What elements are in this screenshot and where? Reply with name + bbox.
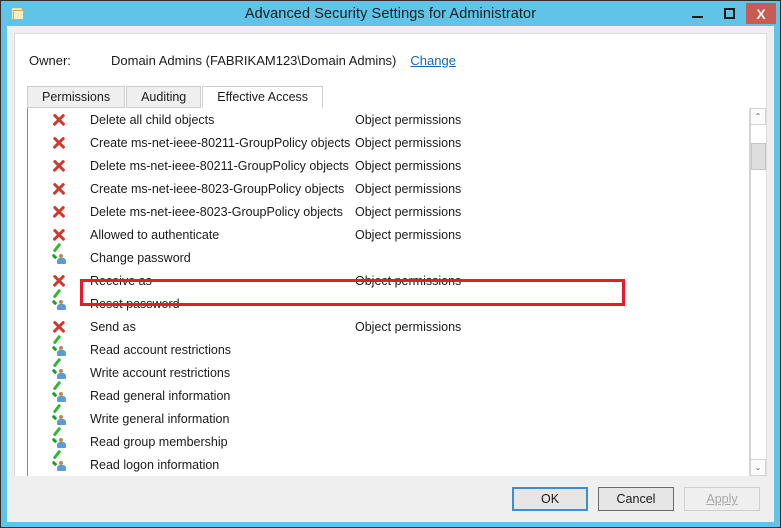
owner-label: Owner: <box>29 53 111 68</box>
green-check-person-icon <box>51 250 68 265</box>
red-x-icon <box>53 182 66 195</box>
green-check-person-icon <box>51 434 68 449</box>
vertical-scrollbar[interactable]: ⌃ ⌄ <box>749 108 766 476</box>
window-title: Advanced Security Settings for Administr… <box>1 6 780 22</box>
permission-name: Send as <box>90 320 355 334</box>
close-icon: X <box>756 7 765 21</box>
scrollbar-track[interactable] <box>750 125 766 459</box>
permission-name: Read logon information <box>90 458 355 472</box>
permission-name: Reset password <box>90 297 355 311</box>
table-row[interactable]: Delete ms-net-ieee-80211-GroupPolicy obj… <box>28 154 749 177</box>
cancel-button[interactable]: Cancel <box>598 487 674 511</box>
red-x-icon <box>53 159 66 172</box>
table-row[interactable]: Write general information <box>28 407 749 430</box>
permission-name: Receive as <box>90 274 355 288</box>
table-row[interactable]: Delete ms-net-ieee-8023-GroupPolicy obje… <box>28 200 749 223</box>
table-row[interactable]: Read logon information <box>28 453 749 476</box>
scroll-down-button[interactable]: ⌄ <box>750 459 766 476</box>
green-check-person-icon <box>51 342 68 357</box>
permission-name: Read group membership <box>90 435 355 449</box>
permission-name: Allowed to authenticate <box>90 228 355 242</box>
table-row[interactable]: Read general information <box>28 384 749 407</box>
green-check-person-icon <box>51 411 68 426</box>
access-limited-by: Object permissions <box>355 159 749 173</box>
owner-row: Owner: Domain Admins (FABRIKAM123\Domain… <box>15 34 766 86</box>
allow-icon <box>28 246 90 269</box>
red-x-icon <box>53 274 66 287</box>
tab-auditing[interactable]: Auditing <box>126 86 201 108</box>
deny-icon <box>28 131 90 154</box>
owner-value: Domain Admins (FABRIKAM123\Domain Admins… <box>111 53 396 68</box>
tab-effective-access[interactable]: Effective Access <box>202 86 323 108</box>
minimize-icon <box>692 16 703 18</box>
green-check-person-icon <box>51 365 68 380</box>
table-row[interactable]: Read account restrictions <box>28 338 749 361</box>
red-x-icon <box>53 205 66 218</box>
maximize-button[interactable] <box>714 3 744 24</box>
table-row[interactable]: Create ms-net-ieee-8023-GroupPolicy obje… <box>28 177 749 200</box>
table-row[interactable]: Reset password <box>28 292 749 315</box>
dialog-body: Owner: Domain Admins (FABRIKAM123\Domain… <box>7 26 774 522</box>
effective-access-list-area: Delete all child objectsObject permissio… <box>15 108 766 476</box>
permission-name: Create ms-net-ieee-80211-GroupPolicy obj… <box>90 136 355 150</box>
caption-buttons: X <box>682 3 776 24</box>
apply-label: Apply <box>706 492 737 506</box>
scroll-up-button[interactable]: ⌃ <box>750 108 766 125</box>
deny-icon <box>28 200 90 223</box>
tab-permissions[interactable]: Permissions <box>27 86 125 108</box>
scrollbar-thumb[interactable] <box>751 143 766 170</box>
green-check-person-icon <box>51 388 68 403</box>
red-x-icon <box>53 228 66 241</box>
green-check-person-icon <box>51 457 68 472</box>
table-row[interactable]: Write account restrictions <box>28 361 749 384</box>
deny-icon <box>28 154 90 177</box>
content-panel: Owner: Domain Admins (FABRIKAM123\Domain… <box>14 33 767 476</box>
owner-change-link[interactable]: Change <box>410 53 456 68</box>
maximize-icon <box>724 8 735 19</box>
red-x-icon <box>53 320 66 333</box>
minimize-button[interactable] <box>682 3 712 24</box>
ok-button[interactable]: OK <box>512 487 588 511</box>
allow-icon <box>28 453 90 476</box>
apply-button: Apply <box>684 487 760 511</box>
permission-name: Delete all child objects <box>90 113 355 127</box>
deny-icon <box>28 177 90 200</box>
table-row[interactable]: Read group membership <box>28 430 749 453</box>
chevron-down-icon: ⌄ <box>755 464 762 472</box>
access-limited-by: Object permissions <box>355 320 749 334</box>
permission-name: Delete ms-net-ieee-8023-GroupPolicy obje… <box>90 205 355 219</box>
deny-icon <box>28 108 90 131</box>
permission-name: Read account restrictions <box>90 343 355 357</box>
advanced-security-settings-window: Advanced Security Settings for Administr… <box>0 0 781 528</box>
allow-icon <box>28 292 90 315</box>
access-limited-by: Object permissions <box>355 228 749 242</box>
green-check-person-icon <box>51 296 68 311</box>
permission-name: Delete ms-net-ieee-80211-GroupPolicy obj… <box>90 159 355 173</box>
title-bar[interactable]: Advanced Security Settings for Administr… <box>1 1 780 26</box>
table-row[interactable]: Create ms-net-ieee-80211-GroupPolicy obj… <box>28 131 749 154</box>
access-limited-by: Object permissions <box>355 136 749 150</box>
folder-icon <box>11 5 25 21</box>
chevron-up-icon: ⌃ <box>755 113 762 121</box>
permission-name: Read general information <box>90 389 355 403</box>
close-button[interactable]: X <box>746 3 776 24</box>
table-row[interactable]: Receive asObject permissions <box>28 269 749 292</box>
table-row[interactable]: Change password <box>28 246 749 269</box>
access-limited-by: Object permissions <box>355 113 749 127</box>
tab-strip: PermissionsAuditingEffective Access <box>15 86 766 108</box>
table-row[interactable]: Send asObject permissions <box>28 315 749 338</box>
button-bar: OK Cancel Apply <box>7 476 774 522</box>
table-row[interactable]: Allowed to authenticateObject permission… <box>28 223 749 246</box>
table-row[interactable]: Delete all child objectsObject permissio… <box>28 108 749 131</box>
permission-name: Write account restrictions <box>90 366 355 380</box>
red-x-icon <box>53 136 66 149</box>
access-limited-by: Object permissions <box>355 274 749 288</box>
effective-access-list[interactable]: Delete all child objectsObject permissio… <box>27 108 749 476</box>
permission-name: Create ms-net-ieee-8023-GroupPolicy obje… <box>90 182 355 196</box>
red-x-icon <box>53 113 66 126</box>
permission-name: Write general information <box>90 412 355 426</box>
access-limited-by: Object permissions <box>355 205 749 219</box>
permission-name: Change password <box>90 251 355 265</box>
access-limited-by: Object permissions <box>355 182 749 196</box>
